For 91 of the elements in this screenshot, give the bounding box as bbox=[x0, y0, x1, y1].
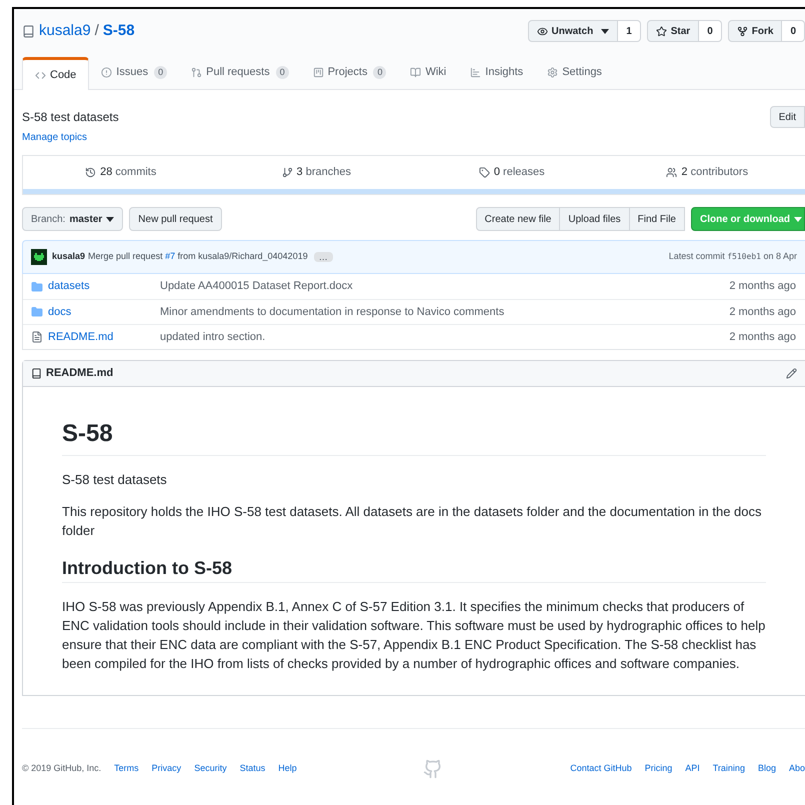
fork-icon bbox=[736, 26, 748, 36]
caret-icon bbox=[601, 28, 610, 34]
footer-link[interactable]: Abo bbox=[788, 762, 805, 776]
tag-icon bbox=[478, 167, 490, 178]
footer-link[interactable]: Help bbox=[278, 762, 297, 776]
readme-heading: S-58 bbox=[62, 419, 766, 456]
nav-tab[interactable]: Pull requests 0 bbox=[179, 56, 301, 89]
nav-tab[interactable]: Issues 0 bbox=[89, 56, 180, 89]
edit-button[interactable]: Edit bbox=[770, 106, 805, 128]
file-action-button[interactable]: Find File bbox=[630, 207, 685, 231]
nav-tab[interactable]: Wiki bbox=[398, 56, 458, 89]
file-action-button[interactable]: Create new file bbox=[476, 207, 560, 231]
stat-text: 28 commits bbox=[100, 165, 156, 180]
commit-message-link[interactable]: Update AA400015 Dataset Report.docx bbox=[160, 278, 353, 295]
footer-link[interactable]: Contact GitHub bbox=[570, 762, 632, 776]
repo-name-link[interactable]: S-58 bbox=[102, 20, 135, 42]
footer-link[interactable]: Security bbox=[194, 762, 227, 776]
people-icon bbox=[666, 167, 678, 178]
folder-icon bbox=[31, 306, 43, 318]
commit-author[interactable]: kusala9 bbox=[52, 250, 86, 264]
edit-icon[interactable] bbox=[786, 368, 797, 379]
repo-icon bbox=[22, 24, 35, 38]
count-badge: 0 bbox=[373, 66, 386, 80]
new-pull-request-button[interactable]: New pull request bbox=[129, 207, 222, 231]
stat-text: 3 branches bbox=[296, 165, 351, 180]
history-icon bbox=[85, 167, 96, 178]
branch-icon bbox=[282, 167, 293, 178]
settings-icon bbox=[547, 67, 558, 78]
avatar-icon bbox=[31, 249, 47, 265]
bar-chart-icon bbox=[470, 67, 482, 78]
footer-link[interactable]: Terms bbox=[114, 762, 139, 776]
readme-title: README.md bbox=[46, 366, 114, 382]
folder-icon bbox=[31, 280, 43, 292]
footer-link[interactable]: Pricing bbox=[644, 762, 672, 776]
nav-tab[interactable]: Projects 0 bbox=[300, 56, 398, 89]
nav-tab[interactable]: Settings bbox=[535, 56, 614, 89]
readme-icon bbox=[31, 368, 42, 379]
commit-age: 2 months ago bbox=[729, 330, 797, 345]
fork-button[interactable]: Fork bbox=[728, 20, 782, 42]
copyright-text: © 2019 GitHub, Inc. bbox=[22, 762, 102, 776]
expand-message-button[interactable]: … bbox=[314, 252, 333, 262]
stats-link[interactable]: 0 releases bbox=[414, 164, 610, 181]
branch-select[interactable]: Branch: master bbox=[22, 207, 124, 231]
star-icon bbox=[656, 26, 667, 36]
commit-age: 2 months ago bbox=[729, 304, 797, 320]
repo-owner-link[interactable]: kusala9 bbox=[39, 20, 91, 42]
stats-link[interactable]: 2 contributors bbox=[610, 164, 805, 181]
book-icon bbox=[410, 67, 422, 78]
latest-commit-info: Latest commit f510eb1 on 8 Apr bbox=[668, 250, 797, 264]
commit-message-link[interactable]: Minor amendments to documentation in response to Navico comments bbox=[160, 304, 504, 320]
footer-link[interactable]: Training bbox=[712, 762, 745, 776]
file-link[interactable]: README.md bbox=[48, 328, 160, 346]
footer-link[interactable]: Status bbox=[240, 762, 266, 776]
readme-paragraph: S-58 test datasets bbox=[62, 471, 168, 489]
repo-description: S-58 test datasets bbox=[22, 109, 119, 126]
path-separator: / bbox=[94, 20, 99, 41]
count-label: 1 bbox=[618, 20, 641, 42]
footer-link[interactable]: API bbox=[685, 762, 700, 776]
pull-request-link[interactable]: #7 bbox=[165, 251, 176, 262]
eye-icon bbox=[536, 26, 548, 36]
commit-age: 2 months ago bbox=[729, 279, 797, 294]
file-link[interactable]: docs bbox=[48, 304, 160, 320]
file-link[interactable]: datasets bbox=[48, 278, 160, 295]
issue-icon bbox=[101, 67, 112, 78]
count-label: 0 bbox=[699, 20, 722, 42]
stat-text: 0 releases bbox=[494, 165, 545, 180]
nav-tab[interactable]: Code bbox=[22, 57, 90, 90]
watch-button[interactable]: Unwatch bbox=[528, 20, 618, 42]
count-badge: 0 bbox=[276, 66, 289, 80]
footer-link[interactable]: Blog bbox=[758, 762, 776, 776]
pull-request-icon bbox=[191, 67, 202, 78]
stat-text: 2 contributors bbox=[681, 165, 748, 180]
manage-topics-link[interactable]: Manage topics bbox=[22, 130, 88, 145]
stats-link[interactable]: 28 commits bbox=[23, 164, 218, 181]
commit-message[interactable]: Merge pull request #7 from kusala9/Richard_04042019 bbox=[88, 250, 308, 264]
file-action-button[interactable]: Upload files bbox=[560, 207, 630, 231]
readme-paragraph: This repository holds the IHO S-58 test datasets. All datasets are in the datasets folder and the documentation in the docs folder bbox=[62, 503, 763, 540]
readme-subheading: Introduction to S-58 bbox=[62, 559, 766, 583]
footer-link[interactable]: Privacy bbox=[152, 762, 182, 776]
readme-paragraph: IHO S-58 was previously Appendix B.1, Annex C of S-57 Edition 3.1. It specifies the minimum checks that producers of ENC validation tools should include in their validation software. This software must be used by hydrographic offices to help ensure that their ENC data are compliant with the S-57, Appendix B.1 ENC Product Specification. The S-58 checklist has been compiled for the IHO from lists of checks provided by a number of hydrographic offices and software companies. bbox=[62, 598, 766, 673]
code-icon bbox=[35, 70, 46, 80]
nav-tab[interactable]: Insights bbox=[458, 56, 536, 89]
stats-link[interactable]: 3 branches bbox=[218, 164, 414, 181]
count-label: 0 bbox=[782, 20, 805, 42]
file-icon bbox=[31, 331, 43, 343]
commit-message-link[interactable]: updated intro section. bbox=[160, 328, 266, 346]
caret-icon bbox=[106, 216, 114, 222]
star-button[interactable]: Star bbox=[646, 20, 700, 42]
count-badge: 0 bbox=[154, 66, 168, 80]
caret-icon bbox=[794, 216, 802, 222]
project-board-icon bbox=[312, 67, 324, 78]
